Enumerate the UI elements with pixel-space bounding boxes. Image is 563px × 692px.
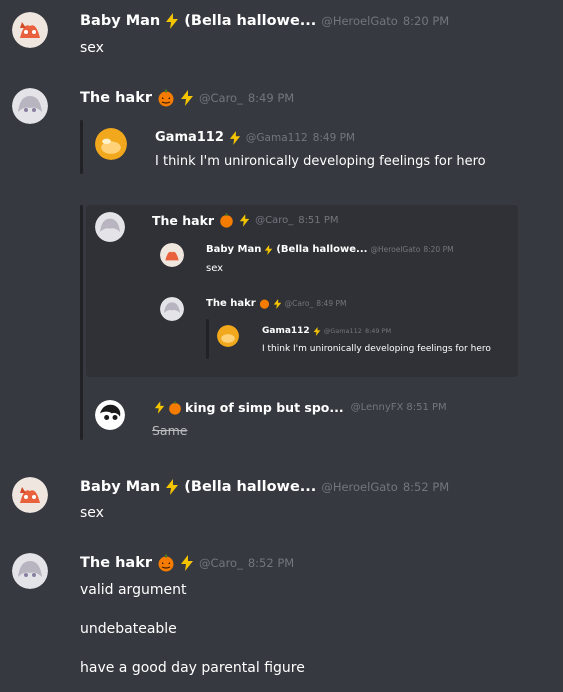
username[interactable]: The hakr	[80, 555, 152, 571]
pumpkin-icon	[158, 89, 174, 107]
quoted-handle[interactable]: @Gama112	[246, 132, 308, 144]
quoted-text: I think I'm unironically developing feel…	[155, 154, 486, 169]
nested-timestamp: 8:20 PM	[423, 245, 454, 254]
embed-handle[interactable]: @Caro_	[255, 215, 293, 226]
nested-quoted-handle[interactable]: @Gama112	[324, 327, 362, 335]
avatar-bw[interactable]	[95, 400, 125, 430]
timestamp: 8:49 PM	[247, 91, 295, 105]
pumpkin-icon	[220, 213, 233, 228]
avatar-fox[interactable]	[160, 243, 184, 267]
handle[interactable]: @HeroelGato	[321, 480, 398, 494]
lightning-icon	[229, 130, 241, 145]
nested-quoted-text: I think I'm unironically developing feel…	[262, 344, 491, 354]
nested-username[interactable]: The hakr	[206, 298, 256, 309]
reply-text: Same	[152, 423, 188, 438]
pumpkin-icon	[169, 400, 181, 415]
nested-username[interactable]: Baby Man	[206, 244, 261, 255]
quote-bar	[80, 120, 83, 174]
nested-username-suffix[interactable]: (Bella hallowe...	[276, 244, 367, 255]
lightning-icon	[273, 298, 281, 309]
handle[interactable]: @HeroelGato	[321, 14, 398, 28]
timestamp: 8:52 PM	[247, 556, 295, 570]
timestamp: 8:52 PM	[402, 480, 450, 494]
avatar-gold[interactable]	[95, 128, 127, 160]
pumpkin-icon	[259, 299, 269, 309]
handle[interactable]: @Caro_	[199, 91, 243, 105]
username[interactable]: Baby Man	[80, 13, 160, 29]
username[interactable]: Baby Man	[80, 479, 160, 495]
message-line: have a good day parental figure	[80, 660, 305, 676]
reply-username[interactable]: king of simp but spo...	[185, 400, 344, 415]
reply-handle[interactable]: @LennyFX	[351, 402, 404, 413]
lightning-icon	[181, 555, 193, 571]
avatar-fox[interactable]	[12, 477, 48, 513]
embed-timestamp: 8:51 PM	[298, 215, 339, 226]
avatar-anime[interactable]	[12, 553, 48, 589]
nested-timestamp: 8:49 PM	[316, 299, 347, 308]
nested-handle[interactable]: @HeroelGato	[370, 245, 420, 254]
quote-bar	[80, 205, 83, 440]
quoted-timestamp: 8:49 PM	[312, 131, 355, 144]
message-line: valid argument	[80, 582, 187, 598]
username-suffix[interactable]: (Bella hallowe...	[184, 13, 316, 29]
reply-timestamp: 8:51 PM	[406, 402, 447, 413]
username-suffix[interactable]: (Bella hallowe...	[184, 479, 316, 495]
avatar-anime[interactable]	[160, 297, 184, 321]
nested-handle[interactable]: @Caro_	[285, 299, 314, 308]
embed-username[interactable]: The hakr	[152, 213, 214, 228]
message-text: sex	[80, 40, 104, 56]
pumpkin-icon	[158, 554, 174, 572]
lightning-icon	[166, 13, 179, 29]
nested-text: sex	[206, 263, 224, 274]
quoted-username[interactable]: Gama112	[155, 130, 224, 145]
lightning-icon	[166, 479, 179, 495]
avatar-anime[interactable]	[12, 88, 48, 124]
lightning-icon	[313, 326, 321, 336]
nested-quoted-username[interactable]: Gama112	[262, 326, 310, 336]
message-line: undebateable	[80, 621, 177, 637]
timestamp: 8:20 PM	[402, 14, 450, 28]
username[interactable]: The hakr	[80, 90, 152, 106]
message-text: sex	[80, 505, 104, 521]
lightning-icon	[154, 401, 165, 414]
nested-quoted-timestamp: 8:49 PM	[364, 327, 392, 335]
lightning-icon	[265, 244, 273, 255]
avatar-fox[interactable]	[12, 12, 48, 48]
nested-quote-bar	[206, 319, 209, 359]
avatar-anime[interactable]	[95, 212, 125, 242]
avatar-gold[interactable]	[217, 325, 239, 347]
lightning-icon	[239, 214, 250, 227]
handle[interactable]: @Caro_	[199, 556, 243, 570]
lightning-icon	[181, 90, 193, 106]
